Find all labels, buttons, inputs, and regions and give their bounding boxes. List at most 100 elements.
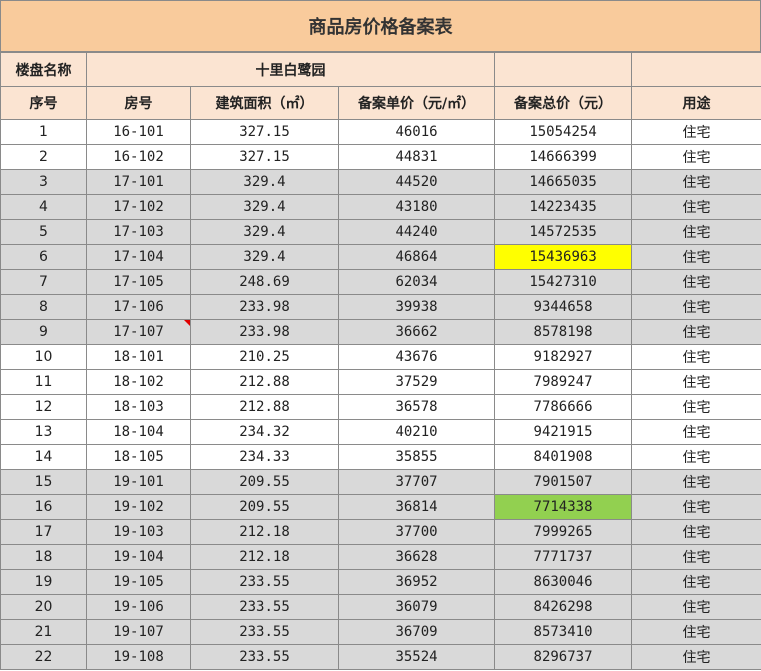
cell-area[interactable]: 212.88 bbox=[190, 394, 339, 420]
cell-usage[interactable]: 住宅 bbox=[631, 494, 761, 520]
cell-unit[interactable]: 16-101 bbox=[86, 119, 191, 145]
cell-unit-price[interactable]: 36952 bbox=[337, 569, 496, 595]
cell-total-price[interactable]: 8401908 bbox=[494, 444, 633, 470]
cell-area[interactable]: 327.15 bbox=[190, 144, 339, 170]
cell-usage[interactable]: 住宅 bbox=[631, 594, 761, 620]
cell-usage[interactable]: 住宅 bbox=[631, 244, 761, 270]
cell-usage[interactable]: 住宅 bbox=[631, 444, 761, 470]
cell-usage[interactable]: 住宅 bbox=[631, 469, 761, 495]
cell-area[interactable]: 212.18 bbox=[190, 544, 339, 570]
cell-area[interactable]: 234.33 bbox=[190, 444, 339, 470]
cell-unit[interactable]: 19-104 bbox=[86, 544, 191, 570]
cell-total-price[interactable]: 9344658 bbox=[494, 294, 633, 320]
cell-total-price[interactable]: 7989247 bbox=[494, 369, 633, 395]
cell-index[interactable]: 13 bbox=[0, 419, 87, 445]
cell-unit-price[interactable]: 37529 bbox=[337, 369, 496, 395]
cell-index[interactable]: 10 bbox=[0, 344, 87, 370]
cell-usage[interactable]: 住宅 bbox=[631, 144, 761, 170]
cell-unit-price[interactable]: 44520 bbox=[337, 169, 496, 195]
cell-total-price[interactable]: 8426298 bbox=[494, 594, 633, 620]
cell-unit[interactable]: 19-108 bbox=[86, 644, 191, 670]
cell-unit[interactable]: 16-102 bbox=[86, 144, 191, 170]
cell-area[interactable]: 248.69 bbox=[190, 269, 339, 295]
cell-index[interactable]: 14 bbox=[0, 444, 87, 470]
cell-area[interactable]: 210.25 bbox=[190, 344, 339, 370]
highlighted-cell[interactable]: 15436963 bbox=[494, 244, 633, 270]
cell-unit[interactable]: 19-107 bbox=[86, 619, 191, 645]
header-empty-cell[interactable] bbox=[494, 52, 633, 87]
highlighted-cell[interactable]: 7714338 bbox=[494, 494, 633, 520]
cell-usage[interactable]: 住宅 bbox=[631, 544, 761, 570]
cell-usage[interactable]: 住宅 bbox=[631, 394, 761, 420]
cell-unit-price[interactable]: 35855 bbox=[337, 444, 496, 470]
cell-total-price[interactable]: 8630046 bbox=[494, 569, 633, 595]
cell-usage[interactable]: 住宅 bbox=[631, 644, 761, 670]
cell-unit[interactable]: 19-105 bbox=[86, 569, 191, 595]
cell-total-price[interactable]: 7999265 bbox=[494, 519, 633, 545]
cell-index[interactable]: 11 bbox=[0, 369, 87, 395]
cell-usage[interactable]: 住宅 bbox=[631, 169, 761, 195]
cell-total-price[interactable]: 9182927 bbox=[494, 344, 633, 370]
cell-area[interactable]: 234.32 bbox=[190, 419, 339, 445]
cell-index[interactable]: 1 bbox=[0, 119, 87, 145]
cell-total-price[interactable]: 7901507 bbox=[494, 469, 633, 495]
cell-usage[interactable]: 住宅 bbox=[631, 619, 761, 645]
cell-unit[interactable]: 17-106 bbox=[86, 294, 191, 320]
cell-unit-price[interactable]: 62034 bbox=[337, 269, 496, 295]
cell-usage[interactable]: 住宅 bbox=[631, 194, 761, 220]
cell-index[interactable]: 21 bbox=[0, 619, 87, 645]
cell-total-price[interactable]: 7786666 bbox=[494, 394, 633, 420]
cell-unit[interactable]: 18-103 bbox=[86, 394, 191, 420]
cell-usage[interactable]: 住宅 bbox=[631, 419, 761, 445]
cell-unit[interactable]: 17-103 bbox=[86, 219, 191, 245]
cell-area[interactable]: 233.55 bbox=[190, 569, 339, 595]
cell-unit-price[interactable]: 46864 bbox=[337, 244, 496, 270]
cell-area[interactable]: 233.98 bbox=[190, 294, 339, 320]
cell-index[interactable]: 3 bbox=[0, 169, 87, 195]
cell-total-price[interactable]: 9421915 bbox=[494, 419, 633, 445]
cell-unit-price[interactable]: 39938 bbox=[337, 294, 496, 320]
cell-area[interactable]: 212.88 bbox=[190, 369, 339, 395]
cell-total-price[interactable]: 15054254 bbox=[494, 119, 633, 145]
cell-unit[interactable]: 17-107 bbox=[86, 319, 191, 345]
cell-usage[interactable]: 住宅 bbox=[631, 119, 761, 145]
cell-index[interactable]: 6 bbox=[0, 244, 87, 270]
cell-usage[interactable]: 住宅 bbox=[631, 269, 761, 295]
cell-unit-price[interactable]: 37707 bbox=[337, 469, 496, 495]
cell-area[interactable]: 329.4 bbox=[190, 169, 339, 195]
cell-total-price[interactable]: 15427310 bbox=[494, 269, 633, 295]
cell-total-price[interactable]: 14665035 bbox=[494, 169, 633, 195]
cell-unit-price[interactable]: 35524 bbox=[337, 644, 496, 670]
cell-unit-price[interactable]: 44831 bbox=[337, 144, 496, 170]
cell-unit[interactable]: 17-104 bbox=[86, 244, 191, 270]
cell-unit-price[interactable]: 36628 bbox=[337, 544, 496, 570]
cell-unit[interactable]: 17-105 bbox=[86, 269, 191, 295]
cell-area[interactable]: 233.55 bbox=[190, 594, 339, 620]
cell-usage[interactable]: 住宅 bbox=[631, 319, 761, 345]
cell-unit[interactable]: 17-101 bbox=[86, 169, 191, 195]
cell-unit-price[interactable]: 36814 bbox=[337, 494, 496, 520]
cell-total-price[interactable]: 14223435 bbox=[494, 194, 633, 220]
cell-area[interactable]: 209.55 bbox=[190, 469, 339, 495]
cell-unit-price[interactable]: 36578 bbox=[337, 394, 496, 420]
cell-index[interactable]: 20 bbox=[0, 594, 87, 620]
cell-unit[interactable]: 17-102 bbox=[86, 194, 191, 220]
cell-usage[interactable]: 住宅 bbox=[631, 519, 761, 545]
cell-index[interactable]: 8 bbox=[0, 294, 87, 320]
cell-area[interactable]: 233.98 bbox=[190, 319, 339, 345]
cell-unit-price[interactable]: 36709 bbox=[337, 619, 496, 645]
cell-total-price[interactable]: 8573410 bbox=[494, 619, 633, 645]
cell-total-price[interactable]: 14666399 bbox=[494, 144, 633, 170]
cell-index[interactable]: 12 bbox=[0, 394, 87, 420]
cell-total-price[interactable]: 8296737 bbox=[494, 644, 633, 670]
comment-marker-icon[interactable] bbox=[184, 320, 190, 326]
cell-usage[interactable]: 住宅 bbox=[631, 569, 761, 595]
cell-index[interactable]: 9 bbox=[0, 319, 87, 345]
cell-area[interactable]: 327.15 bbox=[190, 119, 339, 145]
cell-unit-price[interactable]: 37700 bbox=[337, 519, 496, 545]
cell-unit-price[interactable]: 36662 bbox=[337, 319, 496, 345]
cell-unit-price[interactable]: 40210 bbox=[337, 419, 496, 445]
cell-unit[interactable]: 19-102 bbox=[86, 494, 191, 520]
cell-area[interactable]: 329.4 bbox=[190, 244, 339, 270]
cell-area[interactable]: 209.55 bbox=[190, 494, 339, 520]
